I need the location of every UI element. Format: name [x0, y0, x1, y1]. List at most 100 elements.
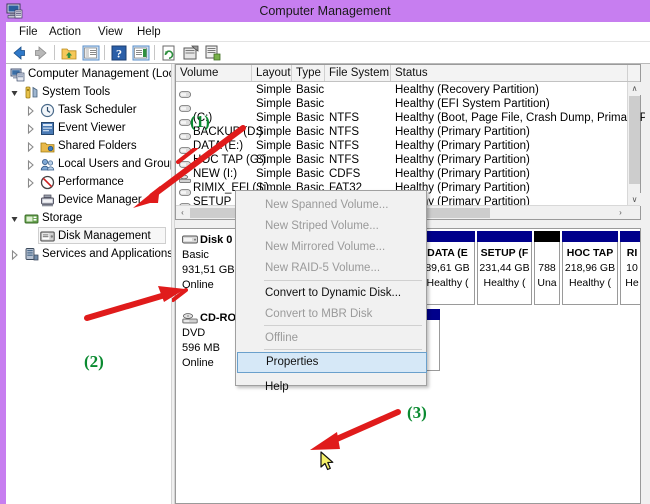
- partition-size: 231,44 GB: [479, 262, 530, 274]
- partition-size: 218,96 GB: [564, 262, 616, 274]
- console-tree-pane[interactable]: Computer Management (Local System Tools Ta…: [6, 64, 171, 504]
- partition-color-bar: [620, 231, 640, 242]
- cell-file-system: NTFS: [329, 126, 360, 138]
- menu-item-view[interactable]: View: [93, 24, 128, 40]
- partition-block[interactable]: DATA (E 89,61 GB Healthy (: [420, 231, 475, 305]
- refresh-icon[interactable]: [160, 44, 178, 62]
- volume-icon: [179, 184, 191, 196]
- volume-icon: [179, 86, 191, 98]
- cell-layout: Simple: [256, 112, 292, 124]
- forward-arrow-icon: [32, 44, 50, 62]
- partition-label: SETUP (F: [480, 247, 529, 259]
- partition-body: HOC TAP 218,96 GB Healthy (: [562, 242, 618, 305]
- toolbar-separator-3: [154, 45, 155, 60]
- scroll-up-icon[interactable]: ∧: [628, 82, 641, 95]
- partition-block[interactable]: HOC TAP 218,96 GB Healthy (: [562, 231, 618, 305]
- partition-body: RI 10 He: [620, 242, 640, 305]
- column-header-status[interactable]: Status: [391, 65, 628, 81]
- cdrom-type: DVD: [182, 327, 206, 339]
- system-tools-icon: [24, 85, 39, 100]
- column-header-file-system[interactable]: File System: [325, 65, 391, 81]
- disk0-size: 931,51 GB: [182, 264, 235, 276]
- back-arrow-icon[interactable]: [10, 44, 28, 62]
- expand-arrow-right-icon[interactable]: [26, 156, 35, 173]
- expand-arrow-right-icon[interactable]: [26, 138, 35, 155]
- table-row[interactable]: Simple Basic Healthy (Recovery Partition): [176, 83, 640, 98]
- users-icon: [40, 157, 55, 172]
- show-hide-console-tree-icon[interactable]: [82, 44, 100, 62]
- disk-management-icon: [40, 229, 55, 244]
- storage-icon: [24, 211, 39, 226]
- partition-body: SETUP (F 231,44 GB Healthy (: [477, 242, 532, 305]
- expand-arrow-down-icon[interactable]: [10, 84, 19, 101]
- sidebar-item-label: Task Scheduler: [58, 104, 137, 116]
- disk0-state: Online: [182, 279, 214, 291]
- volume-icon: [179, 142, 191, 154]
- menu-item-action[interactable]: Action: [44, 24, 86, 40]
- expand-arrow-right-icon[interactable]: [26, 102, 35, 119]
- volume-icon: [179, 156, 191, 168]
- show-hide-action-pane-icon[interactable]: [132, 44, 150, 62]
- partition-color-bar: [477, 231, 532, 242]
- cell-status: Healthy (Recovery Partition): [395, 84, 539, 96]
- menu-item-file[interactable]: File: [14, 24, 43, 40]
- scroll-left-icon[interactable]: ‹: [176, 206, 189, 219]
- up-one-level-icon[interactable]: [60, 44, 78, 62]
- sidebar-item-label: Device Manager: [58, 194, 142, 206]
- partition-body: DATA (E 89,61 GB Healthy (: [420, 242, 475, 305]
- help-icon[interactable]: ?: [110, 44, 128, 62]
- menu-item-properties[interactable]: Properties: [237, 352, 427, 373]
- partition-label: HOC TAP: [566, 247, 614, 259]
- cell-file-system: NTFS: [329, 112, 360, 124]
- table-row[interactable]: BACKUP (D:) Simple Basic NTFS Healthy (Prima…: [176, 125, 640, 140]
- cdrom-icon: [182, 313, 198, 324]
- table-row[interactable]: Simple Basic Healthy (EFI System Partition…: [176, 97, 640, 112]
- column-header-type[interactable]: Type: [292, 65, 325, 81]
- menu-item-help[interactable]: Help: [237, 377, 427, 398]
- table-row[interactable]: DATA (E:) Simple Basic NTFS Healthy (Primary…: [176, 139, 640, 154]
- partition-block[interactable]: 788 Una: [534, 231, 560, 305]
- menu-separator: [264, 349, 422, 350]
- properties-icon[interactable]: [182, 44, 200, 62]
- column-header-layout[interactable]: Layout: [252, 65, 292, 81]
- partition-size: 10: [626, 262, 638, 274]
- partition-status: Una: [537, 277, 557, 289]
- svg-text:?: ?: [116, 47, 122, 61]
- table-row[interactable]: (C:) Simple Basic NTFS Healthy (Boot, Page F…: [176, 111, 645, 126]
- partition-block[interactable]: SETUP (F 231,44 GB Healthy (: [477, 231, 532, 305]
- volume-list-header[interactable]: Volume Layout Type File System Status: [176, 65, 640, 82]
- volume-list-vertical-scrollbar[interactable]: ∧ ∨: [627, 82, 641, 206]
- device-manager-icon: [40, 193, 55, 208]
- expand-arrow-right-icon[interactable]: [26, 120, 35, 137]
- disk-context-menu[interactable]: New Spanned Volume... New Striped Volume.…: [235, 190, 427, 393]
- sidebar-item-label: System Tools: [42, 86, 111, 98]
- menu-item-convert-to-dynamic-disk[interactable]: Convert to Dynamic Disk...: [237, 283, 427, 304]
- cell-type: Basic: [296, 84, 325, 96]
- partition-status: Healthy (: [483, 277, 526, 289]
- partition-block[interactable]: RI 10 He: [620, 231, 640, 305]
- toolbar-separator: [54, 45, 55, 60]
- table-row[interactable]: HOC TAP (G:) Simple Basic NTFS Healthy (Prim…: [176, 153, 640, 168]
- sidebar-item-label: Disk Management: [58, 230, 151, 242]
- cell-type: Basic: [296, 126, 325, 138]
- menu-item-new-raid-5-volume: New RAID-5 Volume...: [265, 262, 381, 274]
- vertical-scroll-thumb[interactable]: [629, 96, 640, 184]
- results-pane: Volume Layout Type File System Status Simple…: [175, 64, 650, 504]
- partition-color-bar: [420, 231, 475, 242]
- sidebar-item-label: Computer Management (Local: [28, 68, 171, 80]
- services-icon: [24, 247, 39, 262]
- partition-size: 788: [538, 262, 556, 274]
- cdrom-size: 596 MB: [182, 342, 220, 354]
- scroll-right-icon[interactable]: ›: [614, 206, 627, 219]
- cell-type: Basic: [296, 154, 325, 166]
- cell-status: Healthy (Primary Partition): [395, 154, 530, 166]
- expand-arrow-right-icon[interactable]: [26, 174, 35, 191]
- disk0-name: Disk 0: [200, 234, 233, 246]
- column-header-volume[interactable]: Volume: [176, 65, 252, 81]
- expand-arrow-right-icon[interactable]: [10, 246, 19, 263]
- export-list-icon[interactable]: [204, 44, 222, 62]
- event-viewer-icon: [40, 121, 55, 136]
- expand-arrow-down-icon[interactable]: [10, 210, 19, 227]
- menu-item-help[interactable]: Help: [132, 24, 166, 40]
- table-row[interactable]: NEW (I:) Simple Basic CDFS Healthy (Primary …: [176, 167, 640, 183]
